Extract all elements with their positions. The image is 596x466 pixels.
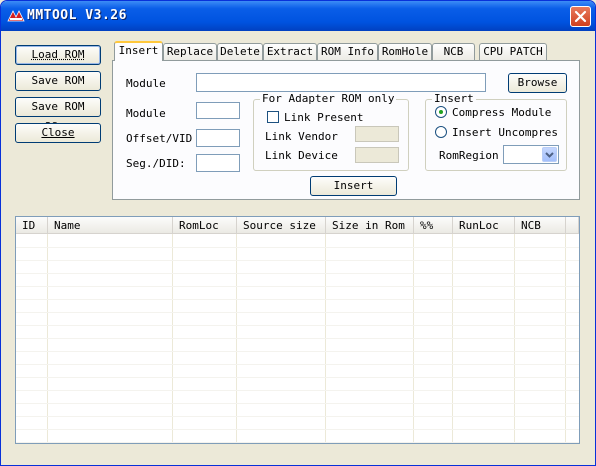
row-gridline bbox=[16, 247, 579, 248]
browse-label: Browse bbox=[517, 76, 558, 89]
row-gridline bbox=[16, 299, 579, 300]
column-label: Size in Rom bbox=[332, 219, 405, 232]
row-gridline bbox=[16, 273, 579, 274]
row-gridline bbox=[16, 364, 579, 365]
column-label: Name bbox=[54, 219, 81, 232]
close-window-button[interactable] bbox=[570, 6, 591, 27]
row-gridline bbox=[16, 286, 579, 287]
module-file-label: Module bbox=[126, 77, 166, 90]
link-device-label: Link Device bbox=[265, 149, 338, 162]
tab-label: CPU PATCH bbox=[483, 45, 543, 58]
column-divider bbox=[325, 234, 326, 443]
row-gridline bbox=[16, 403, 579, 404]
column-label: RunLoc bbox=[459, 219, 499, 232]
row-gridline bbox=[16, 260, 579, 261]
save-rom-button[interactable]: Save ROM bbox=[15, 71, 101, 91]
load-rom-button[interactable]: Load ROM bbox=[15, 45, 101, 65]
title-bar[interactable]: MMTOOL V3.26 bbox=[1, 1, 595, 31]
link-present-label: Link Present bbox=[284, 111, 364, 124]
link-vendor-label: Link Vendor bbox=[265, 130, 338, 143]
column-header-romloc[interactable]: RomLoc bbox=[173, 217, 237, 234]
row-gridline bbox=[16, 312, 579, 313]
tab-cpu-patch[interactable]: CPU PATCH bbox=[479, 43, 547, 60]
tab-delete[interactable]: Delete bbox=[217, 43, 263, 60]
tab-romhole[interactable]: RomHole bbox=[378, 43, 432, 60]
column-label: Source size bbox=[243, 219, 316, 232]
column-header-percent[interactable]: %% bbox=[414, 217, 453, 234]
tab-extract[interactable]: Extract bbox=[263, 43, 317, 60]
row-gridline bbox=[16, 338, 579, 339]
row-gridline bbox=[16, 429, 579, 430]
close-icon bbox=[574, 10, 587, 23]
load-rom-label: Load ROM bbox=[31, 48, 85, 61]
column-label: ID bbox=[22, 219, 36, 232]
link-vendor-field bbox=[355, 126, 399, 142]
column-header-source-size[interactable]: Source size bbox=[237, 217, 326, 234]
insert-button[interactable]: Insert bbox=[310, 176, 397, 196]
link-present-checkbox[interactable] bbox=[267, 111, 279, 123]
romregion-label: RomRegion bbox=[439, 149, 499, 162]
romregion-select[interactable] bbox=[503, 145, 559, 164]
column-header-filler bbox=[566, 217, 579, 234]
insert-group-title: Insert bbox=[432, 92, 476, 105]
link-device-field bbox=[355, 147, 399, 163]
row-gridline bbox=[16, 351, 579, 352]
seg-did-input[interactable] bbox=[196, 154, 240, 172]
column-header-ncb[interactable]: NCB bbox=[515, 217, 566, 234]
tab-label: Delete bbox=[220, 45, 260, 58]
module-input[interactable] bbox=[196, 102, 240, 119]
column-divider bbox=[452, 234, 453, 443]
column-divider bbox=[236, 234, 237, 443]
column-label: NCB bbox=[521, 219, 541, 232]
module-file-input[interactable] bbox=[196, 73, 486, 92]
insert-button-label: Insert bbox=[333, 179, 374, 192]
tab-label: Replace bbox=[166, 45, 214, 58]
row-gridline bbox=[16, 442, 579, 443]
tab-rom-info[interactable]: ROM Info bbox=[317, 43, 378, 60]
column-header-runloc[interactable]: RunLoc bbox=[453, 217, 515, 234]
insert-uncompressed-radio[interactable] bbox=[435, 126, 447, 138]
offset-vid-label: Offset/VID bbox=[126, 132, 193, 145]
module-label: Module bbox=[126, 107, 166, 120]
row-gridline bbox=[16, 325, 579, 326]
tab-replace[interactable]: Replace bbox=[163, 43, 217, 60]
tab-label: Insert bbox=[118, 44, 159, 57]
insert-uncompressed-label: Insert Uncompres bbox=[452, 126, 558, 139]
browse-button[interactable]: Browse bbox=[508, 73, 567, 93]
chevron-down-icon bbox=[545, 152, 554, 158]
compress-module-radio[interactable] bbox=[435, 106, 447, 118]
amiba-logo-icon bbox=[7, 10, 25, 22]
module-list[interactable]: ID Name RomLoc Source size Size in Rom %… bbox=[15, 216, 580, 444]
save-rom-as-button[interactable]: Save ROM as.. bbox=[15, 97, 101, 131]
column-header-size-in-rom[interactable]: Size in Rom bbox=[326, 217, 414, 234]
column-divider bbox=[565, 234, 566, 443]
tab-label: RomHole bbox=[381, 45, 429, 58]
tab-label: ROM Info bbox=[321, 45, 374, 58]
tab-insert[interactable]: Insert bbox=[114, 41, 163, 61]
window-title: MMTOOL V3.26 bbox=[27, 8, 127, 23]
column-divider bbox=[413, 234, 414, 443]
column-header-id[interactable]: ID bbox=[16, 217, 48, 234]
offset-vid-input[interactable] bbox=[196, 129, 240, 147]
tab-ncb[interactable]: NCB bbox=[432, 43, 475, 60]
close-label: Close bbox=[41, 126, 75, 139]
column-divider bbox=[514, 234, 515, 443]
column-divider bbox=[172, 234, 173, 443]
close-button[interactable]: Close bbox=[15, 123, 101, 143]
compress-module-label: Compress Module bbox=[452, 106, 552, 119]
main-window: MMTOOL V3.26 Load ROM Save ROM Save ROM … bbox=[0, 0, 596, 466]
save-rom-label: Save ROM bbox=[31, 74, 85, 87]
tab-label: Extract bbox=[266, 45, 314, 58]
adapter-group-title: For Adapter ROM only bbox=[260, 92, 397, 105]
column-label: %% bbox=[420, 219, 434, 232]
column-header-name[interactable]: Name bbox=[48, 217, 173, 234]
row-gridline bbox=[16, 416, 579, 417]
tab-label: NCB bbox=[443, 45, 464, 58]
column-divider bbox=[47, 234, 48, 443]
seg-did-label: Seg./DID: bbox=[126, 157, 186, 170]
row-gridline bbox=[16, 377, 579, 378]
column-label: RomLoc bbox=[179, 219, 219, 232]
row-gridline bbox=[16, 390, 579, 391]
romregion-dropdown-button[interactable] bbox=[542, 147, 557, 162]
